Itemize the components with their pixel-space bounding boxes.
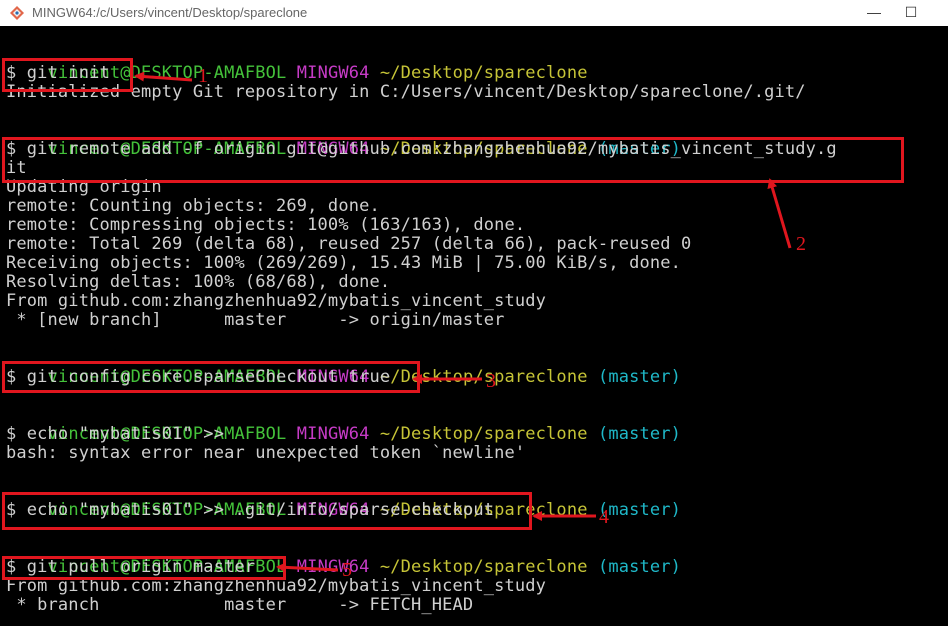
prompt-path: ~/Desktop/spareclone <box>379 367 588 387</box>
command-line: $ echo "mybatis01" >> <box>6 424 225 444</box>
output-line: From github.com:zhangzhenhua92/mybatis_v… <box>6 576 547 596</box>
prompt-line: vincent@DESKTOP-AMAFBOL MINGW64 ~/Deskto… <box>6 45 588 83</box>
command-line: $ echo "mybatis01" >> .git/info/sparse-c… <box>6 500 495 520</box>
command-line: $ git pull origin master <box>6 557 256 577</box>
prompt-shell: MINGW64 <box>296 63 370 83</box>
output-line: remote: Counting objects: 269, done. <box>6 196 380 216</box>
prompt-branch: (master) <box>597 367 682 387</box>
prompt-line: vincent@DESKTOP-AMAFBOL MINGW64 ~/Deskto… <box>6 406 681 444</box>
output-line: Receiving objects: 100% (269/269), 15.43… <box>6 253 682 273</box>
window-title: MINGW64:/c/Users/vincent/Desktop/sparecl… <box>32 5 308 20</box>
command-line: $ git init <box>6 63 110 83</box>
prompt-line: vincent@DESKTOP-AMAFBOL MINGW64 ~/Deskto… <box>6 482 681 520</box>
prompt-branch: (master) <box>597 424 682 444</box>
terminal-output[interactable]: vincent@DESKTOP-AMAFBOL MINGW64 ~/Deskto… <box>0 26 948 626</box>
prompt-line: vincent@DESKTOP-AMAFBOL MINGW64 ~/Deskto… <box>6 539 681 577</box>
prompt-path: ~/Desktop/spareclone <box>379 557 588 577</box>
output-line: * [new branch] master -> origin/master <box>6 310 505 330</box>
command-line: it <box>6 158 27 178</box>
output-line: remote: Compressing objects: 100% (163/1… <box>6 215 526 235</box>
prompt-branch: (master) <box>597 500 682 520</box>
prompt-line: vincent@DESKTOP-AMAFBOL MINGW64 ~/Deskto… <box>6 121 681 159</box>
command-line: $ git remote add -f origin git@github.co… <box>6 139 837 159</box>
git-bash-icon <box>10 6 24 20</box>
window-title-bar[interactable]: MINGW64:/c/Users/vincent/Desktop/sparecl… <box>0 0 948 27</box>
output-line: bash: syntax error near unexpected token… <box>6 443 526 463</box>
prompt-line: vincent@DESKTOP-AMAFBOL MINGW64 ~/Deskto… <box>6 349 681 387</box>
output-line: Initialized empty Git repository in C:/U… <box>6 82 806 102</box>
prompt-shell: MINGW64 <box>296 424 370 444</box>
output-line: Resolving deltas: 100% (68/68), done. <box>6 272 391 292</box>
output-line: Updating origin <box>6 177 162 197</box>
prompt-path: ~/Desktop/spareclone <box>379 424 588 444</box>
output-line: From github.com:zhangzhenhua92/mybatis_v… <box>6 291 547 311</box>
maximize-button[interactable]: ☐ <box>888 0 934 26</box>
command-line: $ git config core.sparseCheckout true <box>6 367 391 387</box>
output-line: remote: Total 269 (delta 68), reused 257… <box>6 234 692 254</box>
prompt-branch: (master) <box>597 557 682 577</box>
output-line: * branch master -> FETCH_HEAD <box>6 595 474 615</box>
prompt-shell: MINGW64 <box>296 557 370 577</box>
prompt-path: ~/Desktop/spareclone <box>379 63 588 83</box>
